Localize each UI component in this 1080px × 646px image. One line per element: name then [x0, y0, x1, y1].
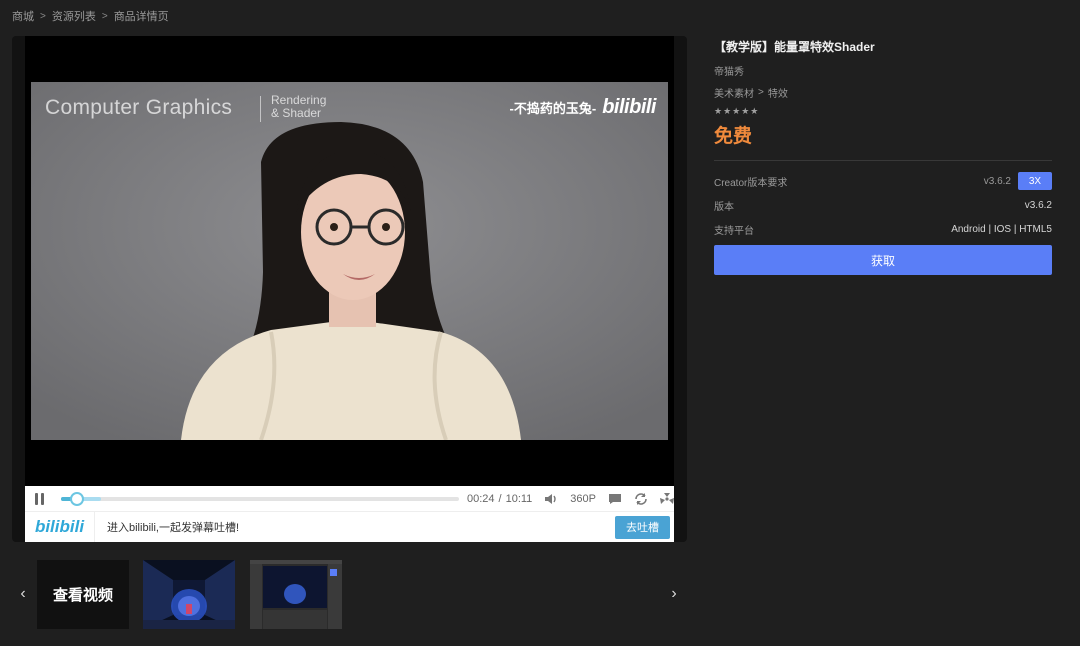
product-info-panel: 【教学版】能量罩特效Shader 帝猫秀 美术素材 > 特效 ★★★★★ 免费 …	[714, 38, 1052, 275]
spec-row-platform: 支持平台 Android | IOS | HTML5	[714, 219, 1052, 239]
breadcrumb: 商城 > 资源列表 > 商品详情页	[12, 8, 169, 24]
time-current: 00:24	[466, 492, 495, 505]
video-frame: Computer Graphics Rendering & Shader -不捣…	[31, 82, 668, 440]
progress-handle[interactable]	[69, 491, 84, 506]
bilibili-logo-icon: bilibili	[602, 96, 656, 118]
get-button[interactable]: 获取	[714, 245, 1052, 275]
time-separator: /	[498, 492, 502, 505]
presenter-image	[31, 82, 668, 440]
spec-value: Android | IOS | HTML5	[951, 223, 1052, 235]
breadcrumb-item-resource-list[interactable]: 资源列表	[52, 8, 96, 24]
overlay-sub-line-2: & Shader	[271, 106, 322, 120]
shader-preview-image	[143, 560, 235, 629]
product-title: 【教学版】能量罩特效Shader	[714, 40, 875, 54]
category-secondary[interactable]: 特效	[768, 85, 788, 100]
thumbnail-strip: ‹ 查看视频 ›	[12, 558, 687, 632]
product-price: 免费	[714, 126, 753, 147]
breadcrumb-item-mall[interactable]: 商城	[12, 8, 34, 24]
product-author[interactable]: 帝猫秀	[714, 63, 1052, 78]
player-controls: 00:24 / 10:11 360P	[25, 486, 674, 511]
spec-label: Creator版本要求	[714, 177, 788, 189]
danmaku-prompt[interactable]: 进入bilibili,一起发弹幕吐槽!	[107, 519, 615, 535]
overlay-divider	[260, 96, 261, 122]
chevron-right-icon: >	[101, 10, 108, 22]
video-watermark: -不捣药的玉兔- bilibili	[509, 96, 657, 119]
fullscreen-icon[interactable]	[660, 492, 674, 505]
quality-selector[interactable]: 360P	[570, 493, 596, 505]
loop-icon[interactable]	[634, 492, 648, 505]
spec-value: v3.6.2	[983, 175, 1011, 187]
video-overlay-subtitle: Rendering & Shader	[271, 94, 326, 120]
spec-label: 版本	[714, 201, 734, 213]
volume-icon[interactable]	[544, 493, 558, 505]
danmaku-send-button[interactable]: 去吐槽	[615, 515, 670, 539]
product-category: 美术素材 > 特效	[714, 85, 1052, 100]
chevron-right-icon[interactable]: ›	[663, 558, 685, 630]
watermark-text: -不捣药的玉兔-	[509, 101, 597, 116]
pause-icon[interactable]	[25, 492, 55, 505]
time-total: 10:11	[505, 492, 533, 505]
thumbnail-video[interactable]: 查看视频	[37, 560, 129, 629]
thumbnail-image-2[interactable]	[250, 560, 342, 629]
spec-row-version: 版本 v3.6.2	[714, 195, 1052, 215]
category-primary[interactable]: 美术素材	[714, 85, 754, 100]
video-player: Computer Graphics Rendering & Shader -不捣…	[12, 36, 687, 542]
chevron-left-icon[interactable]: ‹	[12, 558, 34, 630]
spec-value: v3.6.2	[1024, 199, 1052, 211]
thumbnail-image-1[interactable]	[143, 560, 235, 629]
danmaku-bar: bilibili 进入bilibili,一起发弹幕吐槽! 去吐槽	[25, 511, 674, 542]
video-overlay-title: Computer Graphics	[45, 96, 233, 119]
version-3x-tag[interactable]: 3X	[1018, 172, 1052, 190]
progress-slider[interactable]	[60, 491, 459, 506]
star-rating: ★★★★★	[714, 106, 760, 116]
video-screen[interactable]: Computer Graphics Rendering & Shader -不捣…	[25, 36, 674, 486]
divider	[714, 160, 1052, 161]
chevron-right-icon: >	[40, 10, 46, 22]
spec-label: 支持平台	[714, 225, 754, 237]
spec-row-creator-version: Creator版本要求 v3.6.2 3X	[714, 171, 1052, 191]
bilibili-logo-icon[interactable]: bilibili	[25, 511, 95, 542]
breadcrumb-item-product-detail: 商品详情页	[113, 11, 169, 23]
danmaku-icon[interactable]	[608, 493, 622, 505]
chevron-right-icon: >	[758, 87, 764, 98]
editor-preview-image	[250, 560, 342, 629]
